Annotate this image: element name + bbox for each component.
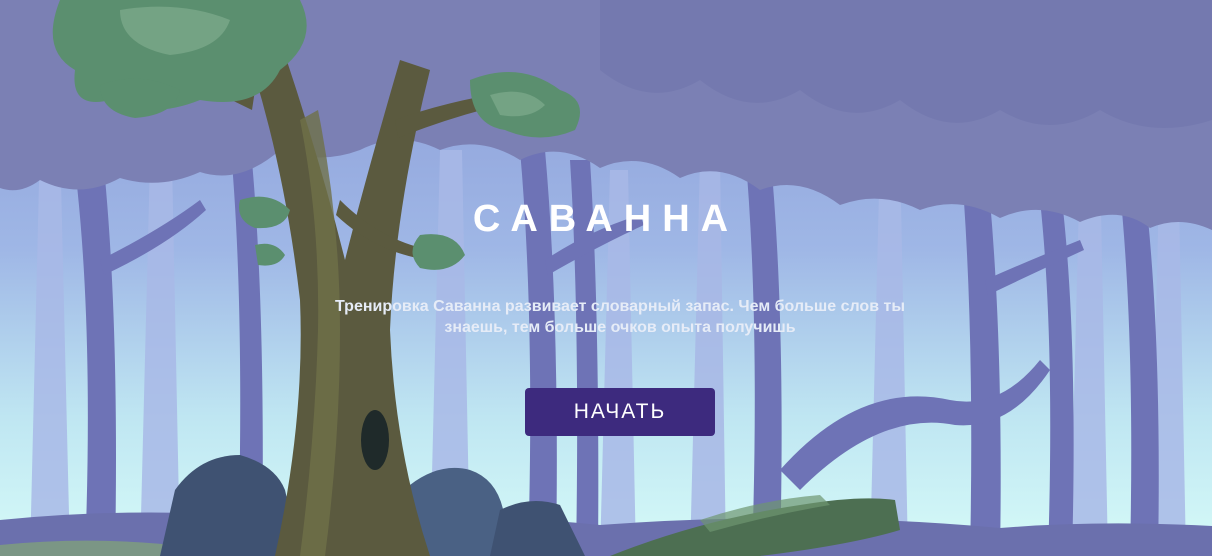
forest-background [0,0,1212,556]
game-title: САВАННА [472,198,740,240]
game-description: Тренировка Саванна развивает словарный з… [335,298,905,336]
tree-hollow [361,410,389,470]
start-button[interactable]: НАЧАТЬ [525,388,715,436]
